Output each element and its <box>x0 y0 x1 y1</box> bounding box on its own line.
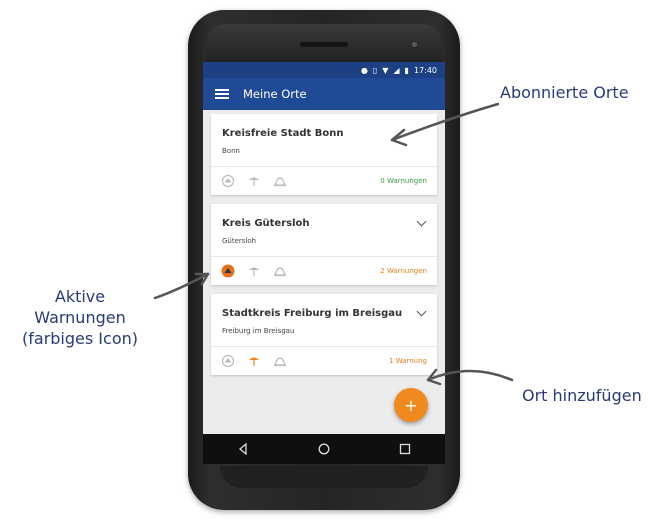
card-subtitle: Freiburg im Breisgau <box>222 327 295 335</box>
vibrate-icon: ▯ <box>372 65 378 75</box>
battery-icon: ▮ <box>404 65 409 75</box>
location-card-bonn[interactable]: Kreisfreie Stadt Bonn Bonn 0 Warnungen <box>211 114 437 195</box>
annotation-subscribed: Abonnierte Orte <box>500 83 629 102</box>
annotation-line: Warnungen <box>34 308 126 327</box>
flood-warning-icon <box>249 177 259 186</box>
phone-bottom-bezel <box>220 466 428 488</box>
status-bar: ● ▯ ▼ ◢ ▮ 17:40 <box>203 62 445 78</box>
flood-warning-icon <box>249 357 259 366</box>
warning-count: 0 Warnungen <box>380 177 427 185</box>
card-title: Kreisfreie Stadt Bonn <box>222 128 344 139</box>
warning-count: 2 Warnungen <box>380 267 427 275</box>
card-title: Stadtkreis Freiburg im Breisgau <box>222 308 403 319</box>
signal-icon: ◢ <box>393 65 400 75</box>
weather-warning-icon <box>221 174 235 188</box>
app-bar: Meine Orte <box>203 78 445 110</box>
card-subtitle: Gütersloh <box>222 237 257 245</box>
annotation-line: (farbiges Icon) <box>22 329 138 348</box>
chevron-down-icon[interactable] <box>416 306 427 317</box>
location-icon: ● <box>360 65 368 75</box>
recents-icon[interactable] <box>399 443 411 455</box>
annotation-line: Aktive <box>54 287 106 306</box>
annotation-active-warnings: Aktive Warnungen (farbiges Icon) <box>0 286 160 349</box>
page-title: Meine Orte <box>243 87 307 101</box>
android-nav-bar <box>203 434 445 464</box>
add-location-button[interactable]: + <box>394 388 428 422</box>
back-icon[interactable] <box>237 443 249 455</box>
annotation-add-location: Ort hinzufügen <box>522 386 642 405</box>
home-icon[interactable] <box>318 443 330 455</box>
chevron-down-icon[interactable] <box>416 216 427 227</box>
warning-count: 1 Warnung <box>389 357 427 365</box>
civil-protection-icon <box>274 267 286 277</box>
civil-protection-icon <box>274 177 286 187</box>
app-screen: ● ▯ ▼ ◢ ▮ 17:40 Meine Orte Kreisfreie St… <box>203 62 445 434</box>
phone-speaker <box>300 42 348 47</box>
flood-warning-icon <box>249 267 259 276</box>
phone-camera <box>412 42 417 47</box>
hamburger-menu-icon[interactable] <box>215 89 229 99</box>
wifi-icon: ▼ <box>382 65 389 75</box>
location-card-freiburg[interactable]: Stadtkreis Freiburg im Breisgau Freiburg… <box>211 294 437 375</box>
weather-warning-icon <box>221 264 235 278</box>
card-subtitle: Bonn <box>222 147 240 155</box>
weather-warning-icon <box>221 354 235 368</box>
location-card-guetersloh[interactable]: Kreis Gütersloh Gütersloh 2 Warnungen <box>211 204 437 285</box>
status-time: 17:40 <box>413 65 437 75</box>
card-title: Kreis Gütersloh <box>222 218 310 229</box>
civil-protection-icon <box>274 357 286 367</box>
